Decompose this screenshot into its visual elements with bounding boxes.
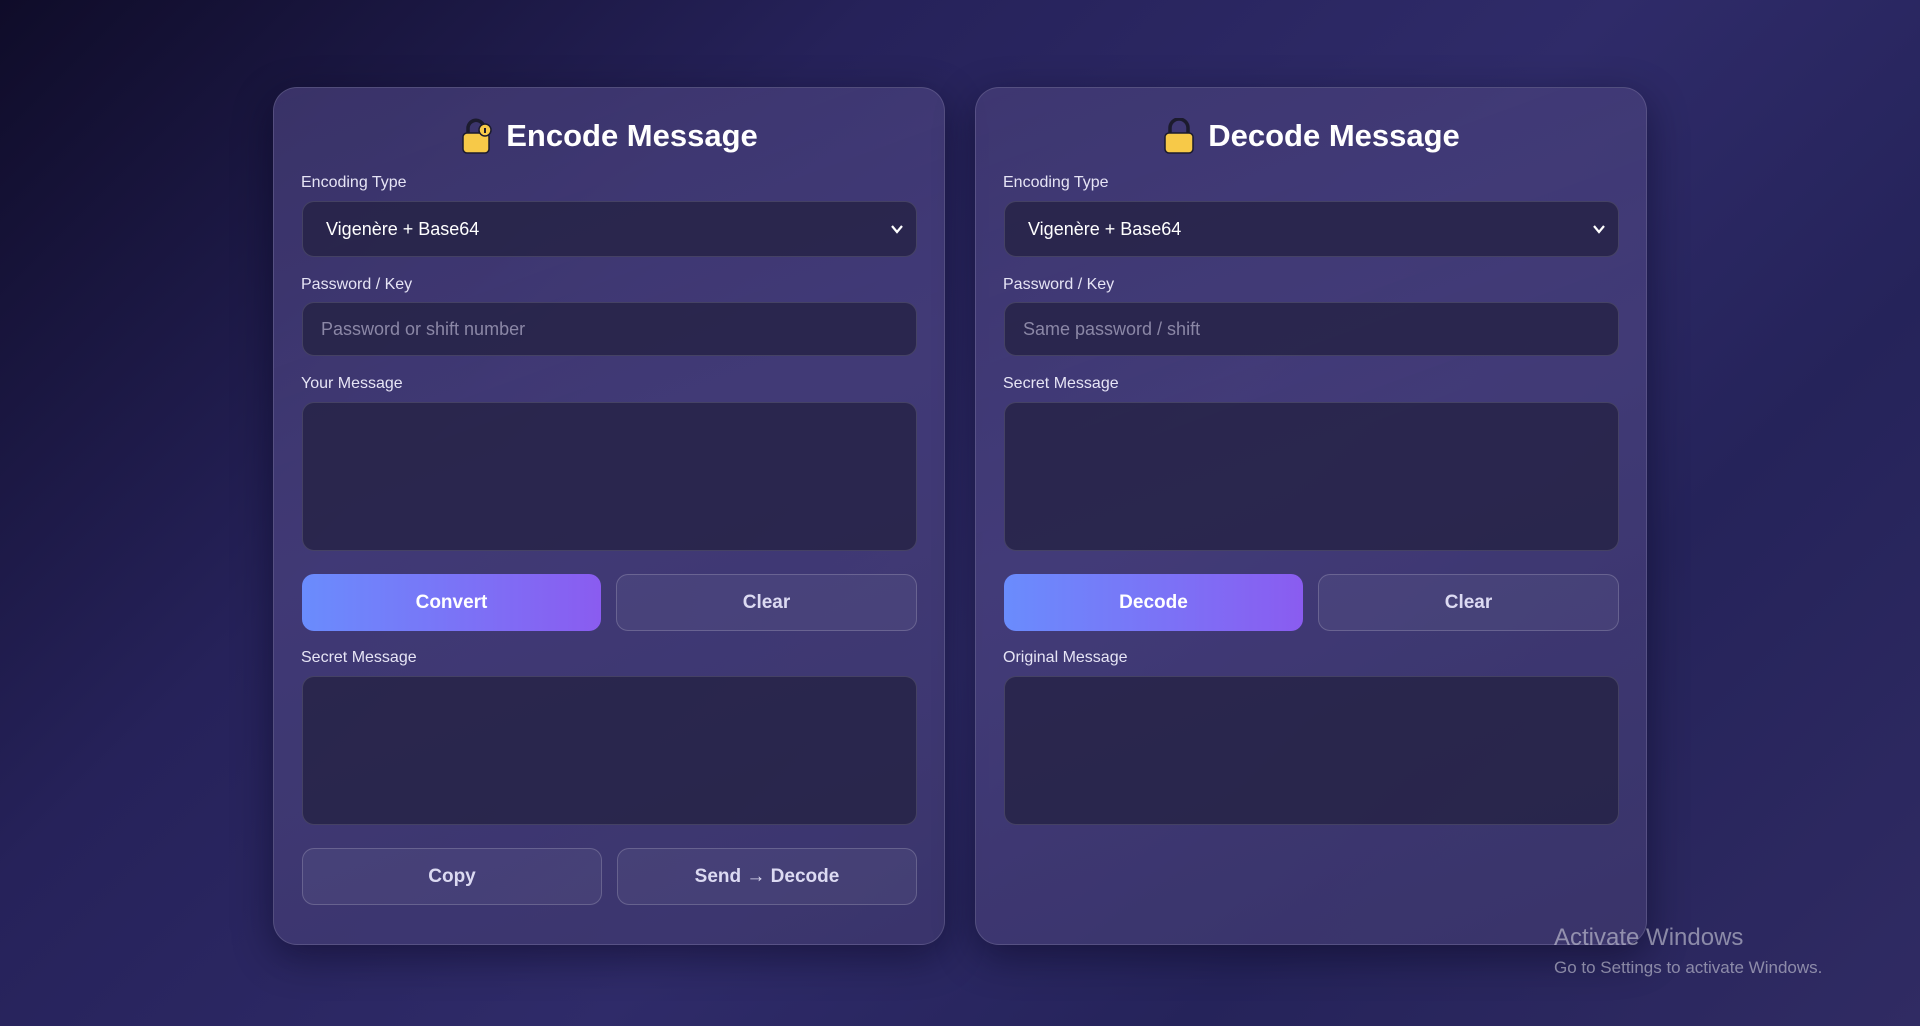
- send-to-decode-button[interactable]: Send → Decode: [617, 848, 917, 905]
- watermark-subtitle: Go to Settings to activate Windows.: [1554, 958, 1823, 977]
- encode-card: Encode Message Encoding Type Vigenère + …: [273, 87, 945, 945]
- activate-windows-watermark: Activate Windows Go to Settings to activ…: [1554, 924, 1822, 978]
- secret-message-textarea[interactable]: [1004, 402, 1619, 551]
- password-placeholder: Password or shift number: [321, 318, 526, 339]
- message-label: Your Message: [301, 375, 403, 392]
- encoding-type-value: Vigenère + Base64: [1028, 218, 1182, 239]
- copy-button[interactable]: Copy: [302, 848, 602, 905]
- encoding-type-label: Encoding Type: [1003, 174, 1109, 191]
- decode-card: Decode Message Encoding Type Vigenère + …: [975, 87, 1647, 945]
- password-label: Password / Key: [301, 276, 413, 293]
- encoding-type-select[interactable]: Vigenère + Base64: [302, 201, 917, 257]
- encoding-type-select[interactable]: Vigenère + Base64: [1004, 201, 1619, 257]
- convert-button[interactable]: Convert: [302, 574, 601, 631]
- clear-button[interactable]: Clear: [1318, 574, 1619, 631]
- encoding-type-label: Encoding Type: [301, 174, 407, 191]
- password-input[interactable]: Same password / shift: [1004, 302, 1619, 356]
- secret-message-output[interactable]: [302, 676, 917, 825]
- message-textarea[interactable]: [302, 402, 917, 551]
- clear-button[interactable]: Clear: [616, 574, 917, 631]
- original-message-output[interactable]: [1004, 676, 1619, 825]
- original-message-label: Original Message: [1003, 649, 1128, 666]
- encoding-type-value: Vigenère + Base64: [326, 218, 480, 239]
- secret-message-label: Secret Message: [1003, 375, 1119, 392]
- chevron-down-icon: [1593, 225, 1605, 234]
- password-placeholder: Same password / shift: [1023, 318, 1201, 339]
- locked-padlock-icon: [1162, 118, 1196, 154]
- chevron-down-icon: [891, 225, 903, 234]
- watermark-title: Activate Windows: [1554, 924, 1744, 951]
- decode-title-text: Decode Message: [1208, 118, 1460, 153]
- encode-title: Encode Message: [274, 117, 944, 155]
- password-label: Password / Key: [1003, 276, 1115, 293]
- decode-title: Decode Message: [976, 117, 1646, 155]
- encode-title-text: Encode Message: [506, 118, 758, 153]
- decode-button[interactable]: Decode: [1004, 574, 1303, 631]
- secret-message-label: Secret Message: [301, 649, 417, 666]
- password-input[interactable]: Password or shift number: [302, 302, 917, 356]
- unlocked-padlock-icon: [460, 118, 494, 154]
